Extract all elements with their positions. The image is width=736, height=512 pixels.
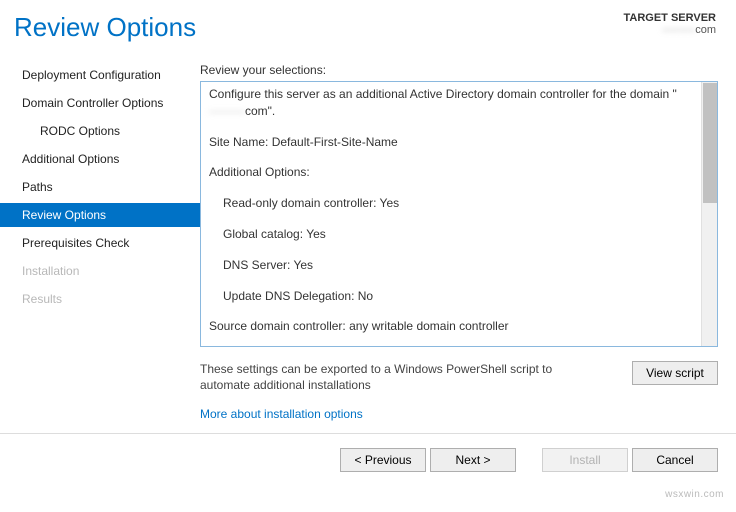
delegation-label: Update DNS Delegation: bbox=[223, 289, 354, 303]
next-button[interactable]: Next > bbox=[430, 448, 516, 472]
review-line-configure-blur: ——— bbox=[209, 103, 245, 120]
delegation-value: No bbox=[358, 289, 373, 303]
review-line-configure: Configure this server as an additional A… bbox=[209, 86, 695, 120]
rodc-value: Yes bbox=[380, 196, 400, 210]
sidebar-item-paths[interactable]: Paths bbox=[0, 175, 200, 199]
review-line-delegation: Update DNS Delegation: No bbox=[209, 288, 695, 305]
review-line-configure-prefix: Configure this server as an additional A… bbox=[209, 87, 677, 101]
review-line-rodc: Read-only domain controller: Yes bbox=[209, 195, 695, 212]
sidebar-item-prerequisites-check[interactable]: Prerequisites Check bbox=[0, 231, 200, 255]
review-selections-label: Review your selections: bbox=[200, 63, 718, 77]
sidebar-item-domain-controller-options[interactable]: Domain Controller Options bbox=[0, 91, 200, 115]
scrollbar-thumb[interactable] bbox=[703, 83, 717, 203]
review-line-sitename: Site Name: Default-First-Site-Name bbox=[209, 134, 695, 151]
source-dc-label: Source domain controller: bbox=[209, 319, 346, 333]
review-line-dns: DNS Server: Yes bbox=[209, 257, 695, 274]
sidebar-item-additional-options[interactable]: Additional Options bbox=[0, 147, 200, 171]
view-script-button[interactable]: View script bbox=[632, 361, 718, 385]
page-title: Review Options bbox=[14, 12, 196, 43]
review-selections-box: Configure this server as an additional A… bbox=[200, 81, 718, 347]
dns-label: DNS Server: bbox=[223, 258, 290, 272]
gc-value: Yes bbox=[306, 227, 326, 241]
wizard-footer: < Previous Next > Install Cancel bbox=[0, 433, 736, 485]
rodc-label: Read-only domain controller: bbox=[223, 196, 376, 210]
install-button: Install bbox=[542, 448, 628, 472]
sidebar-item-deployment-configuration[interactable]: Deployment Configuration bbox=[0, 63, 200, 87]
site-name-label: Site Name: bbox=[209, 135, 268, 149]
gc-label: Global catalog: bbox=[223, 227, 303, 241]
scrollbar[interactable] bbox=[701, 82, 717, 346]
sidebar-item-review-options[interactable]: Review Options bbox=[0, 203, 200, 227]
target-server-label: TARGET SERVER bbox=[624, 12, 717, 24]
cancel-button[interactable]: Cancel bbox=[632, 448, 718, 472]
review-line-gc: Global catalog: Yes bbox=[209, 226, 695, 243]
review-line-configure-suffix: com". bbox=[245, 104, 275, 118]
dns-value: Yes bbox=[293, 258, 313, 272]
sidebar-item-rodc-options[interactable]: RODC Options bbox=[0, 119, 200, 143]
review-line-additional-options: Additional Options: bbox=[209, 164, 695, 181]
target-server-block: TARGET SERVER ———com bbox=[624, 12, 717, 36]
site-name-value: Default-First-Site-Name bbox=[272, 135, 398, 149]
target-server-host-suffix: com bbox=[695, 24, 716, 36]
previous-button[interactable]: < Previous bbox=[340, 448, 426, 472]
review-line-source-dc: Source domain controller: any writable d… bbox=[209, 318, 695, 335]
more-about-link[interactable]: More about installation options bbox=[200, 407, 718, 421]
target-server-host-blur: ——— bbox=[662, 24, 695, 36]
sidebar-item-results: Results bbox=[0, 287, 200, 311]
source-dc-value: any writable domain controller bbox=[349, 319, 508, 333]
export-description: These settings can be exported to a Wind… bbox=[200, 361, 600, 393]
sidebar-item-installation: Installation bbox=[0, 259, 200, 283]
target-server-host: ———com bbox=[624, 24, 717, 36]
watermark: wsxwin.com bbox=[665, 489, 724, 500]
wizard-sidebar: Deployment Configuration Domain Controlle… bbox=[0, 61, 200, 433]
